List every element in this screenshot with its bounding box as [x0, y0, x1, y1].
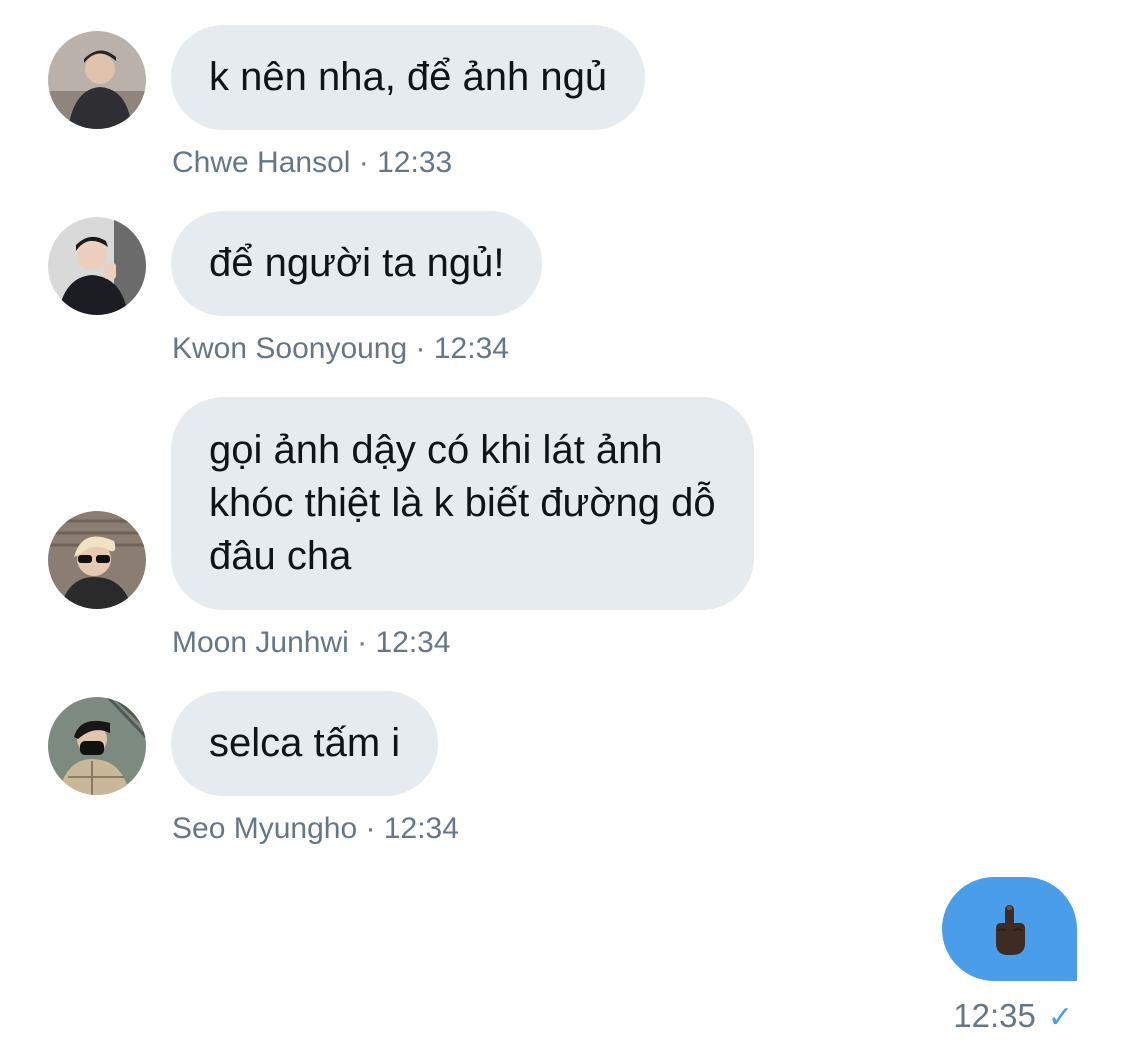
message-bubble[interactable]: gọi ảnh dậy có khi lát ảnh khóc thiệt là… — [171, 397, 754, 610]
check-icon: ✓ — [1047, 1001, 1073, 1034]
timestamp: 12:33 — [377, 146, 453, 179]
sent-message-bubble[interactable] — [942, 877, 1077, 981]
message-meta: Kwon Soonyoung · 12:34 — [172, 331, 509, 367]
message-text-line: đâu cha — [209, 534, 352, 578]
avatar-photo — [48, 511, 146, 609]
message-meta: Moon Junhwi · 12:34 — [172, 625, 451, 661]
separator: · — [415, 332, 426, 365]
timestamp: 12:35 — [953, 997, 1036, 1034]
separator: · — [358, 146, 369, 179]
avatar-photo — [48, 217, 146, 315]
sender-name[interactable]: Kwon Soonyoung — [172, 332, 407, 365]
timestamp: 12:34 — [383, 812, 459, 845]
message-text: để người ta ngủ! — [209, 241, 505, 285]
message-text-line: gọi ảnh dậy có khi lát ảnh — [209, 428, 663, 472]
avatar-kwon-soonyoung[interactable] — [48, 217, 146, 315]
message-meta: Seo Myungho · 12:34 — [172, 811, 459, 847]
avatar-chwe-hansol[interactable] — [48, 31, 146, 129]
message-text: selca tấm i — [209, 721, 401, 765]
timestamp: 12:34 — [433, 332, 509, 365]
avatar-photo — [48, 31, 146, 129]
middle-finger-emoji-icon — [996, 905, 1025, 955]
timestamp: 12:34 — [375, 626, 451, 659]
separator: · — [357, 626, 368, 659]
avatar-photo — [48, 697, 146, 795]
message-text-line: khóc thiệt là k biết đường dỗ — [209, 481, 716, 525]
sender-name[interactable]: Seo Myungho — [172, 812, 357, 845]
sender-name[interactable]: Chwe Hansol — [172, 146, 350, 179]
sent-message-meta: 12:35 ✓ — [953, 996, 1073, 1038]
avatar-moon-junhwi[interactable] — [48, 511, 146, 609]
avatar-seo-myungho[interactable] — [48, 697, 146, 795]
message-meta: Chwe Hansol · 12:33 — [172, 145, 452, 181]
separator: · — [365, 812, 376, 845]
message-text: k nên nha, để ảnh ngủ — [209, 55, 608, 99]
message-bubble[interactable]: selca tấm i — [171, 691, 439, 796]
message-bubble[interactable]: k nên nha, để ảnh ngủ — [171, 25, 646, 130]
sender-name[interactable]: Moon Junhwi — [172, 626, 349, 659]
message-bubble[interactable]: để người ta ngủ! — [171, 211, 543, 316]
